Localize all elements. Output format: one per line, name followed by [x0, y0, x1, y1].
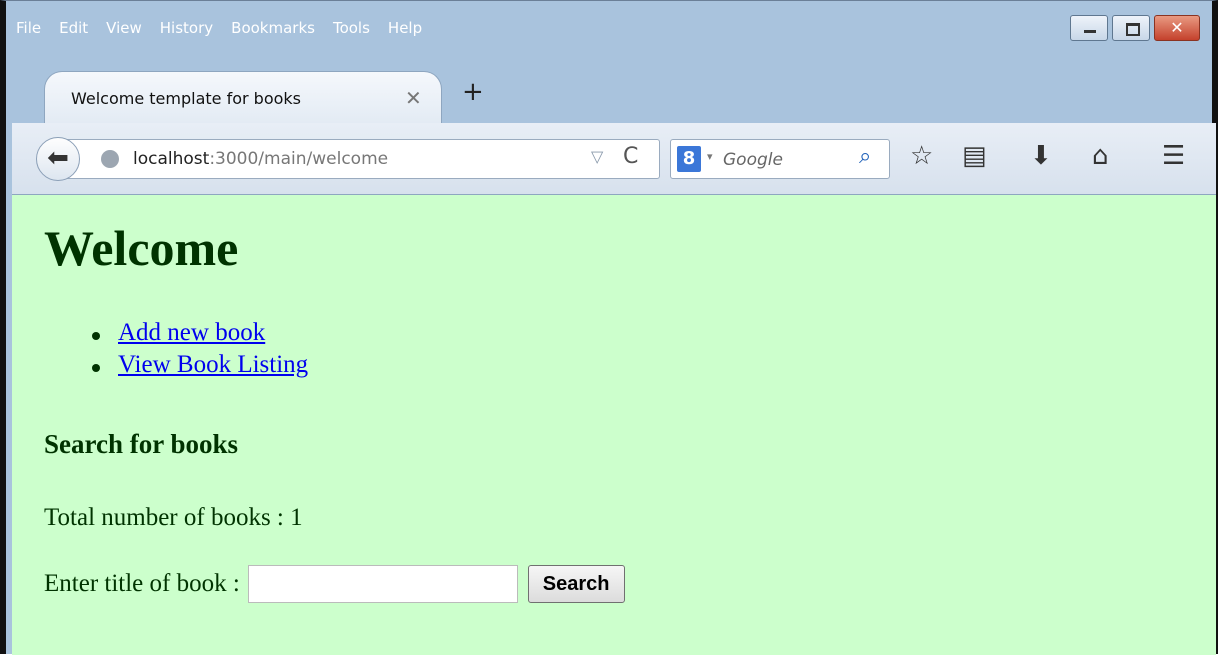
- maximize-icon: [1126, 23, 1140, 36]
- reload-icon[interactable]: C: [623, 144, 638, 169]
- search-heading: Search for books: [44, 429, 239, 459]
- menu-file[interactable]: File: [16, 7, 41, 49]
- search-icon[interactable]: ⌕: [859, 144, 871, 169]
- tab-welcome[interactable]: Welcome template for books ✕: [44, 71, 442, 123]
- engine-dropdown-icon[interactable]: ▾: [707, 150, 713, 163]
- minimize-button[interactable]: [1070, 15, 1108, 41]
- page-content: Welcome Add new book View Book Listing S…: [12, 195, 1216, 655]
- page-title: Welcome: [44, 220, 239, 276]
- google-engine-icon[interactable]: 8: [677, 146, 701, 172]
- url-text[interactable]: localhost:3000/main/welcome: [133, 149, 388, 169]
- search-bar[interactable]: 8 ▾ Google ⌕: [670, 139, 890, 179]
- menu-edit[interactable]: Edit: [59, 7, 88, 49]
- list-item: Add new book: [74, 319, 308, 351]
- title-label: Enter title of book :: [44, 570, 240, 597]
- browser-window: File Edit View History Bookmarks Tools H…: [0, 0, 1218, 655]
- tab-strip: Welcome template for books ✕ +: [14, 69, 1204, 123]
- url-path: :3000/main/welcome: [209, 149, 389, 169]
- menu-bar: File Edit View History Bookmarks Tools H…: [16, 7, 422, 49]
- search-placeholder: Google: [723, 150, 783, 170]
- window-controls: ✕: [1070, 15, 1200, 41]
- globe-icon: [101, 150, 119, 168]
- reading-list-icon[interactable]: ▤: [962, 141, 987, 171]
- url-bar[interactable]: localhost:3000/main/welcome ▽ C: [62, 139, 660, 179]
- maximize-button[interactable]: [1112, 15, 1150, 41]
- view-book-listing-link[interactable]: View Book Listing: [118, 351, 308, 378]
- back-button[interactable]: ⬅: [36, 137, 80, 181]
- bookmark-star-icon[interactable]: ☆: [910, 141, 933, 171]
- menu-bookmarks[interactable]: Bookmarks: [231, 7, 315, 49]
- url-host: localhost: [133, 149, 210, 169]
- new-tab-button[interactable]: +: [462, 77, 484, 107]
- downloads-icon[interactable]: ⬇: [1030, 141, 1052, 171]
- menu-tools[interactable]: Tools: [333, 7, 370, 49]
- link-list: Add new book View Book Listing: [74, 319, 308, 383]
- search-button[interactable]: Search: [527, 565, 625, 603]
- book-title-input[interactable]: [247, 565, 518, 603]
- close-window-button[interactable]: ✕: [1154, 15, 1200, 41]
- total-books-text: Total number of books : 1: [44, 504, 303, 531]
- minimize-icon: [1084, 30, 1096, 33]
- menu-history[interactable]: History: [160, 7, 213, 49]
- tab-close-icon[interactable]: ✕: [405, 86, 422, 110]
- home-icon[interactable]: ⌂: [1092, 141, 1109, 171]
- tab-title: Welcome template for books: [71, 89, 302, 108]
- add-new-book-link[interactable]: Add new book: [118, 319, 265, 346]
- list-item: View Book Listing: [74, 351, 308, 383]
- search-form: Enter title of book : Search: [44, 565, 625, 603]
- menu-view[interactable]: View: [106, 7, 142, 49]
- menu-hamburger-icon[interactable]: ☰: [1162, 141, 1185, 171]
- navigation-toolbar: ⬅ localhost:3000/main/welcome ▽ C 8 ▾ Go…: [12, 123, 1216, 195]
- menu-help[interactable]: Help: [388, 7, 422, 49]
- url-dropdown-icon[interactable]: ▽: [591, 147, 603, 166]
